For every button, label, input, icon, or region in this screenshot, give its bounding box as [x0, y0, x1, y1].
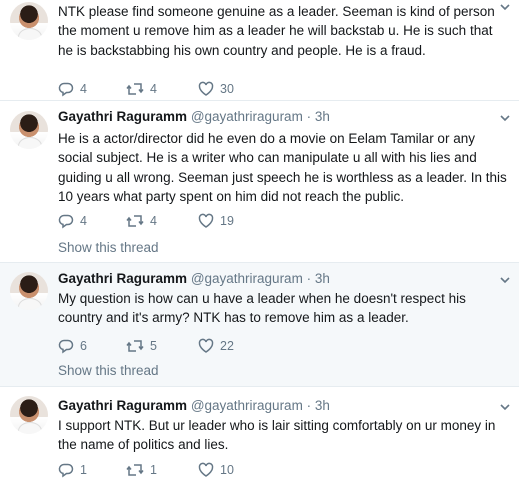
- author-handle[interactable]: @gayathriraguram: [191, 398, 303, 413]
- like-button[interactable]: 19: [198, 212, 234, 230]
- retweet-count: 5: [150, 339, 157, 353]
- retweet-button[interactable]: 4: [126, 212, 157, 230]
- tweet-header: Gayathri Raguramm @gayathriraguram · 3h: [58, 109, 330, 127]
- retweet-icon: [126, 464, 144, 476]
- author-name[interactable]: Gayathri Raguramm: [58, 109, 187, 124]
- like-count: 30: [220, 82, 234, 96]
- tweet-text: NTK please find someone genuine as a lea…: [58, 4, 495, 58]
- retweet-count: 4: [150, 214, 157, 228]
- reply-button[interactable]: 4: [58, 80, 87, 98]
- like-icon: [198, 213, 214, 228]
- tweet-text: He is a actor/director did he even do a …: [58, 131, 507, 204]
- reply-icon: [58, 82, 74, 97]
- author-handle[interactable]: @gayathriraguram: [191, 109, 303, 124]
- author-handle[interactable]: @gayathriraguram: [191, 271, 303, 286]
- avatar[interactable]: [10, 272, 48, 310]
- separator: ·: [306, 398, 312, 413]
- avatar[interactable]: [10, 111, 48, 149]
- reply-icon: [58, 339, 74, 354]
- author-name[interactable]: Gayathri Raguramm: [58, 398, 187, 413]
- reply-count: 1: [80, 463, 87, 477]
- retweet-button[interactable]: 4: [126, 80, 157, 98]
- like-button[interactable]: 22: [198, 337, 234, 355]
- show-thread-link[interactable]: Show this thread: [58, 363, 159, 378]
- reply-icon: [58, 214, 74, 229]
- tweet-3[interactable]: Gayathri Raguramm @gayathriraguram · 3h …: [0, 263, 519, 387]
- avatar[interactable]: [10, 2, 48, 40]
- chevron-down-icon[interactable]: [499, 113, 511, 123]
- timestamp[interactable]: 3h: [315, 109, 330, 124]
- chevron-down-icon[interactable]: [499, 275, 511, 285]
- separator: ·: [306, 271, 312, 286]
- like-button[interactable]: 30: [198, 80, 234, 98]
- reply-button[interactable]: 6: [58, 337, 87, 355]
- retweet-button[interactable]: 5: [126, 337, 157, 355]
- like-count: 19: [220, 214, 234, 228]
- reply-icon: [58, 463, 74, 478]
- tweet-text: My question is how can u have a leader w…: [58, 291, 466, 326]
- reply-count: 4: [80, 82, 87, 96]
- tweet-text: I support NTK. But ur leader who is lair…: [58, 418, 496, 453]
- separator: ·: [306, 109, 312, 124]
- timestamp[interactable]: 3h: [315, 271, 330, 286]
- tweet-header: Gayathri Raguramm @gayathriraguram · 3h: [58, 271, 330, 289]
- author-name[interactable]: Gayathri Raguramm: [58, 271, 187, 286]
- reply-count: 6: [80, 339, 87, 353]
- tweet-4[interactable]: Gayathri Raguramm @gayathriraguram · 3h …: [0, 387, 519, 486]
- show-thread-link[interactable]: Show this thread: [58, 240, 159, 255]
- like-count: 22: [220, 339, 234, 353]
- reply-button[interactable]: 4: [58, 212, 87, 230]
- retweet-icon: [126, 340, 144, 352]
- retweet-count: 4: [150, 82, 157, 96]
- reply-button[interactable]: 1: [58, 461, 87, 479]
- like-icon: [198, 81, 214, 96]
- retweet-button[interactable]: 1: [126, 461, 157, 479]
- tweet-header: Gayathri Raguramm @gayathriraguram · 3h: [58, 398, 330, 416]
- retweet-icon: [126, 83, 144, 95]
- avatar[interactable]: [10, 396, 48, 434]
- reply-count: 4: [80, 214, 87, 228]
- retweet-count: 1: [150, 463, 157, 477]
- like-icon: [198, 338, 214, 353]
- retweet-icon: [126, 215, 144, 227]
- tweet-1[interactable]: NTK please find someone genuine as a lea…: [0, 0, 519, 101]
- timestamp[interactable]: 3h: [315, 398, 330, 413]
- like-count: 10: [220, 463, 234, 477]
- like-button[interactable]: 10: [198, 461, 234, 479]
- like-icon: [198, 462, 214, 477]
- chevron-down-icon[interactable]: [499, 402, 511, 412]
- tweet-2[interactable]: Gayathri Raguramm @gayathriraguram · 3h …: [0, 101, 519, 263]
